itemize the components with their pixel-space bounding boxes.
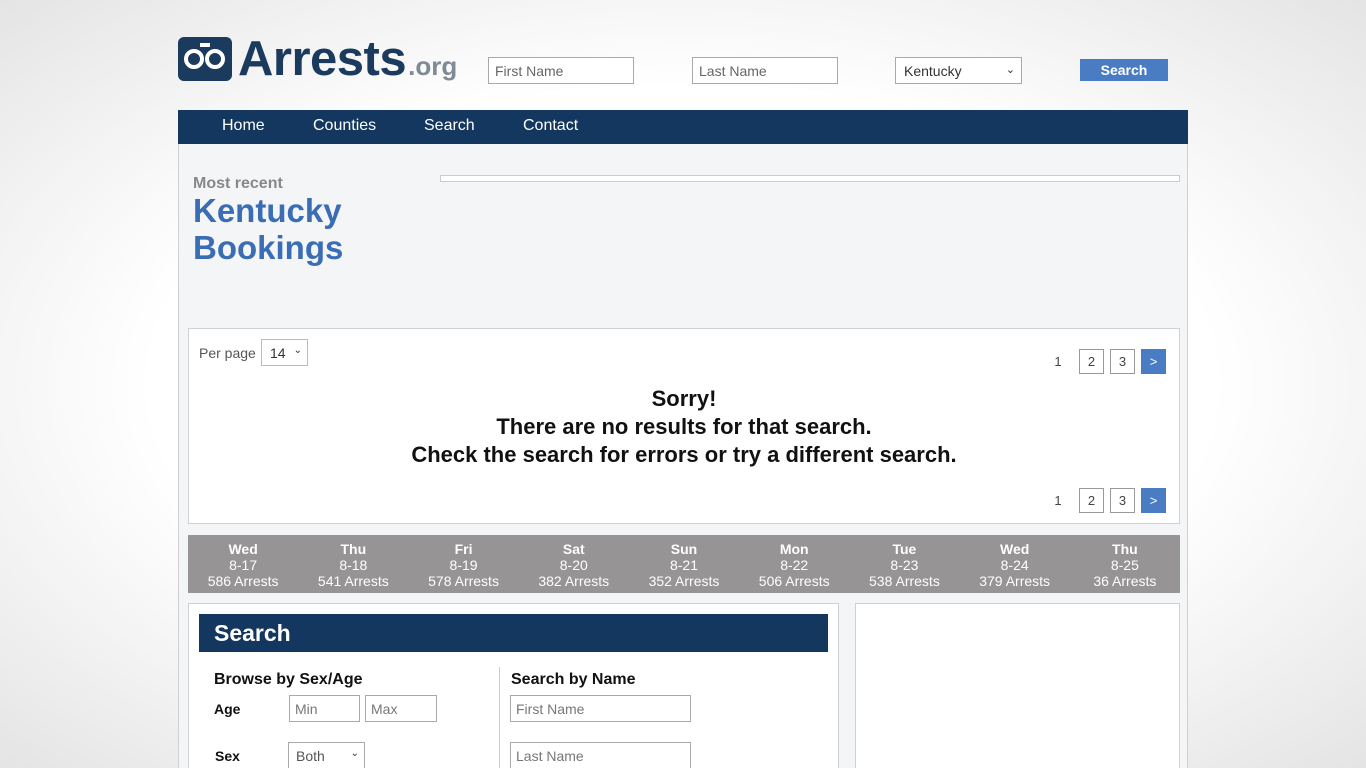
no-results-message: Sorry! There are no results for that sea…	[189, 385, 1179, 469]
results-panel: Per page 14 ⌄ 1 2 3 > Sorry! There are n…	[188, 328, 1180, 524]
no-results-line: Check the search for errors or try a dif…	[411, 442, 957, 467]
day-count: 578 Arrests	[428, 573, 499, 589]
day-name: Thu	[1112, 541, 1138, 557]
day-item[interactable]: Mon 8-22 506 Arrests	[739, 535, 849, 593]
per-page-select[interactable]: 14 ⌄	[261, 339, 308, 366]
day-name: Wed	[228, 541, 258, 557]
day-count: 36 Arrests	[1093, 573, 1157, 589]
day-date: 8-18	[339, 557, 368, 573]
day-date: 8-19	[449, 557, 478, 573]
nav-search[interactable]: Search	[424, 110, 475, 144]
name-first-input[interactable]: First Name	[510, 695, 691, 722]
no-results-line: Sorry!	[651, 386, 717, 411]
day-name: Sun	[670, 541, 698, 557]
day-item[interactable]: Sat 8-20 382 Arrests	[519, 535, 629, 593]
age-max-input[interactable]: Max	[365, 695, 437, 722]
site-logo[interactable]: Arrests .org	[178, 32, 458, 86]
day-name: Fri	[454, 541, 473, 557]
search-panel-title: Search	[199, 614, 828, 652]
header-search-button[interactable]: Search	[1080, 59, 1168, 81]
day-name: Mon	[779, 541, 809, 557]
header-state-select[interactable]: Kentucky ⌄	[895, 57, 1022, 84]
header-first-name-input[interactable]: First Name	[488, 57, 634, 84]
chevron-down-icon: ⌄	[293, 345, 302, 356]
day-item[interactable]: Tue 8-23 538 Arrests	[849, 535, 959, 593]
main-nav: Home Counties Search Contact	[178, 110, 1188, 144]
day-name: Thu	[340, 541, 367, 557]
per-page-label: Per page	[199, 345, 256, 361]
pagination-bottom: 1 2 3 >	[1043, 488, 1166, 513]
chevron-down-icon: ⌄	[1005, 64, 1015, 76]
day-count: 352 Arrests	[648, 573, 720, 589]
day-count: 541 Arrests	[317, 573, 389, 589]
sex-select[interactable]: Both ⌄	[288, 742, 365, 768]
day-count: 382 Arrests	[538, 573, 610, 589]
sex-select-value: Both	[296, 748, 325, 764]
hero-subtitle: Most recent	[193, 175, 283, 192]
day-date: 8-24	[1000, 557, 1029, 573]
section-divider	[499, 667, 500, 768]
main-content: Most recent Kentucky Bookings Per page 1…	[178, 144, 1188, 768]
next-page-button[interactable]: >	[1141, 349, 1166, 374]
page-title: Kentucky Bookings	[193, 192, 344, 266]
browse-title: Browse by Sex/Age	[214, 671, 363, 688]
name-last-input[interactable]: Last Name	[510, 742, 691, 768]
page-link[interactable]: 2	[1079, 488, 1104, 513]
state-select-value: Kentucky	[904, 63, 962, 79]
chevron-down-icon: ⌄	[350, 748, 359, 759]
ad-placeholder	[440, 175, 1180, 182]
page-current: 1	[1054, 493, 1062, 508]
day-date: 8-17	[229, 557, 258, 573]
page-link[interactable]: 3	[1110, 488, 1135, 513]
day-date: 8-23	[890, 557, 919, 573]
logo-text: Arrests	[238, 32, 407, 86]
nav-contact[interactable]: Contact	[523, 110, 578, 144]
side-ad-panel	[855, 603, 1180, 768]
day-date: 8-21	[669, 557, 698, 573]
handcuffs-icon	[178, 37, 232, 81]
day-date: 8-25	[1110, 557, 1139, 573]
pagination-top: 1 2 3 >	[1043, 349, 1166, 374]
day-date: 8-22	[780, 557, 809, 573]
age-label: Age	[214, 701, 241, 717]
per-page-value: 14	[270, 345, 286, 361]
header-last-name-input[interactable]: Last Name	[692, 57, 838, 84]
day-name: Sat	[562, 541, 585, 557]
page-current: 1	[1054, 354, 1062, 369]
day-count: 379 Arrests	[979, 573, 1051, 589]
sex-label: Sex	[215, 748, 240, 764]
day-item[interactable]: Thu 8-25 36 Arrests	[1070, 535, 1180, 593]
day-item[interactable]: Thu 8-18 541 Arrests	[298, 535, 408, 593]
day-item[interactable]: Sun 8-21 352 Arrests	[629, 535, 739, 593]
page-link[interactable]: 3	[1110, 349, 1135, 374]
day-item[interactable]: Fri 8-19 578 Arrests	[408, 535, 518, 593]
day-name: Tue	[892, 541, 917, 557]
day-name: Wed	[999, 541, 1030, 557]
day-item[interactable]: Wed 8-24 379 Arrests	[960, 535, 1070, 593]
day-date: 8-20	[559, 557, 588, 573]
search-panel: Search Browse by Sex/Age Age Min Max Sex…	[188, 603, 839, 768]
logo-tld: .org	[408, 51, 458, 81]
site-header: Arrests .org First Name Last Name Kentuc…	[178, 33, 1188, 88]
next-page-button[interactable]: >	[1141, 488, 1166, 513]
nav-home[interactable]: Home	[222, 110, 265, 144]
day-count: 586 Arrests	[207, 573, 279, 589]
name-search-title: Search by Name	[511, 671, 636, 688]
day-count: 538 Arrests	[869, 573, 940, 589]
no-results-line: There are no results for that search.	[496, 414, 872, 439]
page-link[interactable]: 2	[1079, 349, 1104, 374]
day-item[interactable]: Wed 8-17 586 Arrests	[188, 535, 298, 593]
age-min-input[interactable]: Min	[289, 695, 360, 722]
nav-counties[interactable]: Counties	[313, 110, 376, 144]
day-count: 506 Arrests	[758, 573, 830, 589]
daily-arrests-bar: Wed 8-17 586 Arrests Thu 8-18 541 Arrest…	[188, 535, 1180, 593]
